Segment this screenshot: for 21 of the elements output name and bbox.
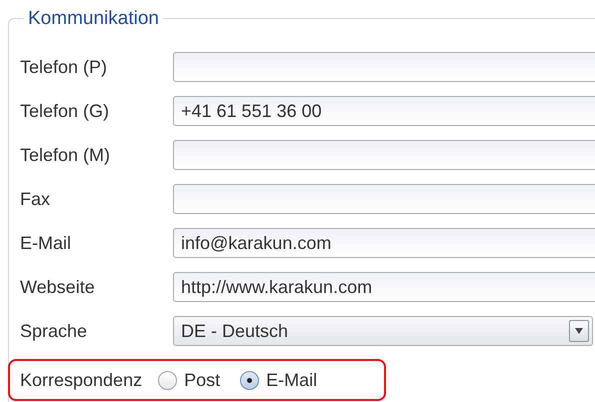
input-field[interactable]: info@karakun.com	[173, 228, 595, 258]
input-field[interactable]: +41 61 551 36 00	[173, 96, 595, 126]
dropdown-caret-icon[interactable]	[569, 320, 589, 342]
radio-option[interactable]: Post	[158, 366, 220, 394]
language-dropdown[interactable]: DE - Deutsch	[173, 316, 593, 346]
radio-button[interactable]	[240, 370, 260, 390]
field-label: Fax	[20, 188, 52, 210]
field-label: Telefon (P)	[20, 56, 108, 79]
dropdown-value: DE - Deutsch	[181, 320, 290, 342]
input-field[interactable]: http://www.karakun.com	[173, 272, 595, 302]
radio-button[interactable]	[158, 370, 178, 390]
input-field[interactable]	[173, 52, 595, 82]
field-label: E-Mail	[20, 232, 72, 254]
correspondence-label: Korrespondenz	[20, 368, 142, 392]
radio-option[interactable]: E-Mail	[240, 366, 318, 394]
field-label: Sprache	[20, 320, 88, 343]
field-label: Telefon (M)	[20, 144, 112, 167]
field-label: Telefon (G)	[20, 100, 110, 123]
input-field[interactable]	[173, 140, 595, 170]
field-label: Webseite	[20, 276, 96, 298]
input-field[interactable]	[173, 184, 595, 214]
